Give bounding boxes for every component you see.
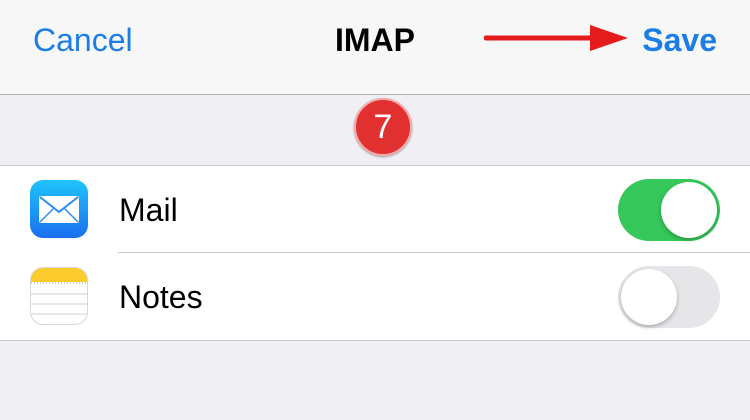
red-arrow-annotation-icon <box>484 25 628 51</box>
notes-toggle[interactable] <box>618 266 720 328</box>
step-number-badge: 7 <box>354 98 412 156</box>
notes-label: Notes <box>119 279 203 315</box>
page-title: IMAP <box>335 22 415 58</box>
save-button[interactable]: Save <box>642 20 717 60</box>
toggle-knob <box>621 269 677 325</box>
list-item-mail: Mail <box>0 166 750 253</box>
mail-app-icon <box>30 180 88 238</box>
mail-label: Mail <box>119 192 178 228</box>
mail-toggle[interactable] <box>618 179 720 241</box>
navigation-bar: Cancel IMAP Save <box>0 0 750 95</box>
toggle-knob <box>661 182 717 238</box>
notes-app-icon <box>30 267 88 325</box>
sync-options-list: Mail Notes <box>0 165 750 341</box>
list-item-notes: Notes <box>0 253 750 340</box>
